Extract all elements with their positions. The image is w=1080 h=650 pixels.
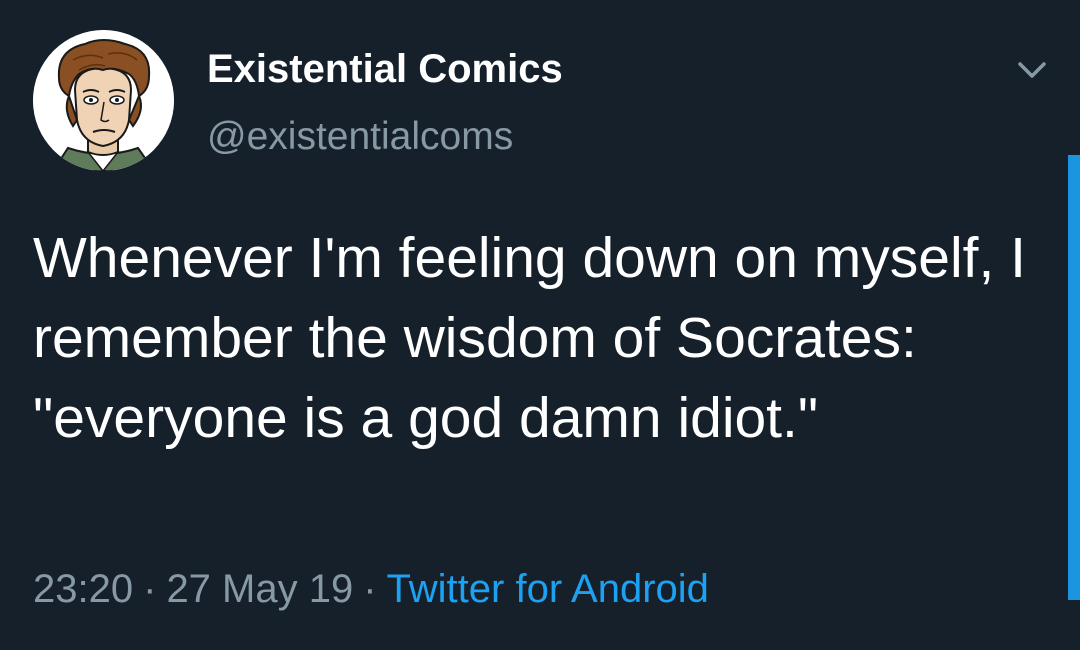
chevron-down-icon[interactable] [1010, 52, 1054, 88]
author-handle[interactable]: @existentialcoms [207, 114, 513, 160]
tweet-time[interactable]: 23:20 [33, 567, 133, 611]
scrollbar[interactable] [1068, 155, 1080, 600]
tweet-meta: 23:20 · 27 May 19 · Twitter for Android [33, 566, 709, 612]
tweet-text: Whenever I'm feeling down on myself, I r… [33, 226, 1026, 450]
avatar[interactable] [33, 30, 174, 171]
avatar-illustration [33, 30, 174, 171]
meta-separator: · [143, 567, 157, 611]
meta-separator: · [363, 567, 377, 611]
author-name[interactable]: Existential Comics [207, 46, 563, 92]
tweet-source-link[interactable]: Twitter for Android [387, 567, 709, 611]
tweet: Existential Comics @existentialcoms When… [0, 0, 1080, 650]
tweet-date[interactable]: 27 May 19 [166, 567, 353, 611]
